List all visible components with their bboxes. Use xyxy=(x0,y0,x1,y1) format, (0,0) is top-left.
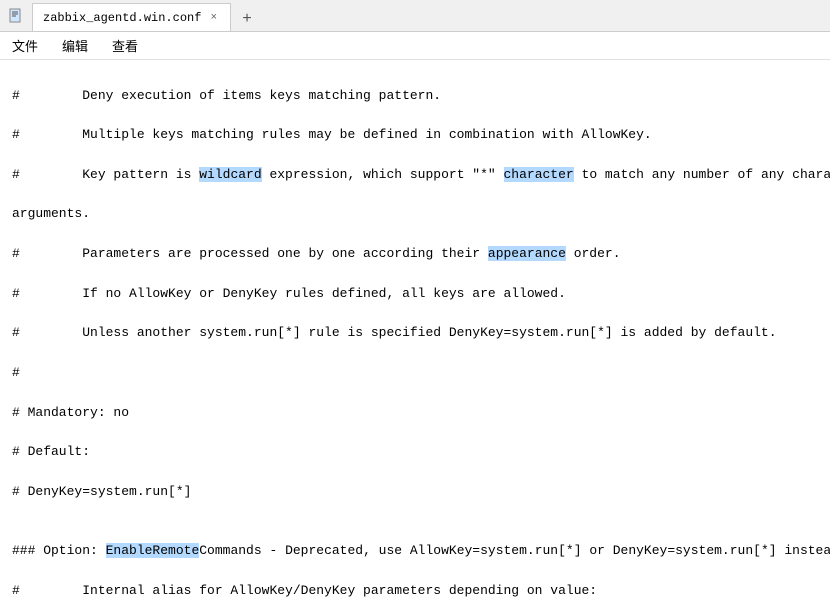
line-14: # Internal alias for AllowKey/DenyKey pa… xyxy=(12,581,818,601)
line-7: # Unless another system.run[*] rule is s… xyxy=(12,323,818,343)
tab-label: zabbix_agentd.win.conf xyxy=(43,11,201,25)
line-13: ### Option: EnableRemoteCommands - Depre… xyxy=(12,541,818,561)
title-bar: zabbix_agentd.win.conf × + xyxy=(0,0,830,32)
menu-file[interactable]: 文件 xyxy=(8,34,42,57)
file-tab[interactable]: zabbix_agentd.win.conf × xyxy=(32,3,231,31)
line-9: # Mandatory: no xyxy=(12,403,818,423)
line-1: # Deny execution of items keys matching … xyxy=(12,86,818,106)
line-6: # If no AllowKey or DenyKey rules define… xyxy=(12,284,818,304)
tab-area: zabbix_agentd.win.conf × + xyxy=(32,0,830,31)
line-11: # DenyKey=system.run[*] xyxy=(12,482,818,502)
line-5: # Parameters are processed one by one ac… xyxy=(12,244,818,264)
line-10: # Default: xyxy=(12,442,818,462)
menu-edit[interactable]: 编辑 xyxy=(58,34,92,57)
editor-area[interactable]: # Deny execution of items keys matching … xyxy=(0,60,830,613)
line-4: arguments. xyxy=(12,204,818,224)
line-3: # Key pattern is wildcard expression, wh… xyxy=(12,165,818,185)
app-icon xyxy=(0,0,32,32)
line-2: # Multiple keys matching rules may be de… xyxy=(12,125,818,145)
tab-close-button[interactable]: × xyxy=(207,11,220,25)
line-8: # xyxy=(12,363,818,383)
menu-view[interactable]: 查看 xyxy=(108,34,142,57)
new-tab-button[interactable]: + xyxy=(235,7,259,31)
menu-bar: 文件 编辑 查看 xyxy=(0,32,830,60)
